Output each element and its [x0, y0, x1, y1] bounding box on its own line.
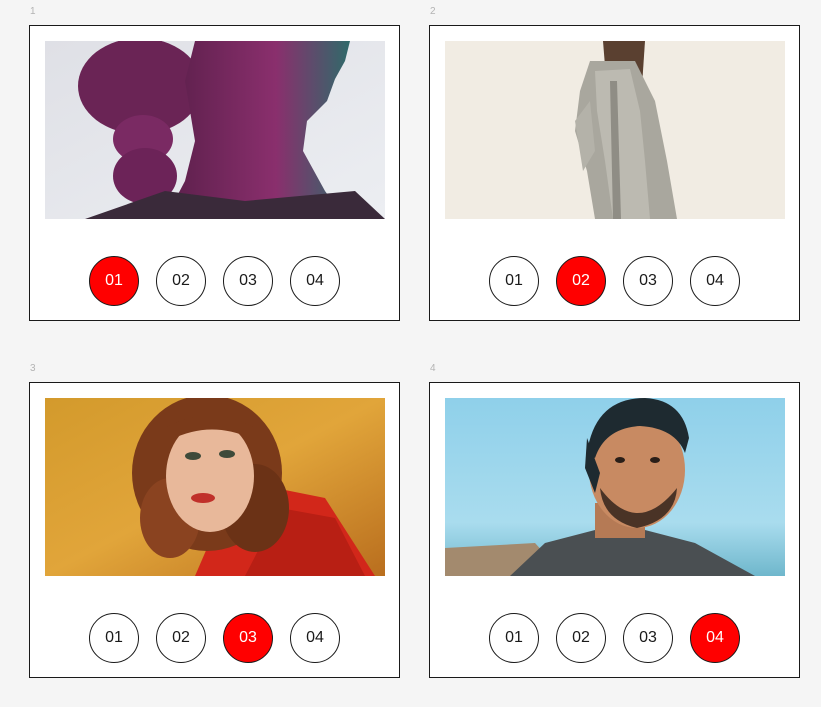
- slider-card: 01 02 03 04: [429, 25, 800, 321]
- frame-label: 1: [30, 6, 36, 17]
- page-button-03[interactable]: 03: [223, 256, 273, 306]
- slide-image: [45, 41, 385, 219]
- page-button-03[interactable]: 03: [623, 613, 673, 663]
- pagination: 01 02 03 04: [30, 613, 399, 663]
- page-button-01[interactable]: 01: [489, 256, 539, 306]
- slide-image: [445, 398, 785, 576]
- page-button-01[interactable]: 01: [89, 256, 139, 306]
- slider-card: 01 02 03 04: [29, 382, 400, 678]
- slider-card: 01 02 03 04: [29, 25, 400, 321]
- page-button-03[interactable]: 03: [623, 256, 673, 306]
- page-button-01[interactable]: 01: [89, 613, 139, 663]
- slide-image: [445, 41, 785, 219]
- slide-image: [45, 398, 385, 576]
- page-button-02[interactable]: 02: [156, 613, 206, 663]
- page-button-02[interactable]: 02: [556, 256, 606, 306]
- pagination: 01 02 03 04: [430, 256, 799, 306]
- page-button-04[interactable]: 04: [290, 256, 340, 306]
- pagination: 01 02 03 04: [430, 613, 799, 663]
- page-button-04[interactable]: 04: [690, 613, 740, 663]
- page-button-03[interactable]: 03: [223, 613, 273, 663]
- page-button-02[interactable]: 02: [156, 256, 206, 306]
- pagination: 01 02 03 04: [30, 256, 399, 306]
- frame-label: 3: [30, 363, 36, 374]
- page-button-02[interactable]: 02: [556, 613, 606, 663]
- slider-card: 01 02 03 04: [429, 382, 800, 678]
- frame-label: 4: [430, 363, 436, 374]
- frame-label: 2: [430, 6, 436, 17]
- page-button-01[interactable]: 01: [489, 613, 539, 663]
- page-button-04[interactable]: 04: [690, 256, 740, 306]
- page-button-04[interactable]: 04: [290, 613, 340, 663]
